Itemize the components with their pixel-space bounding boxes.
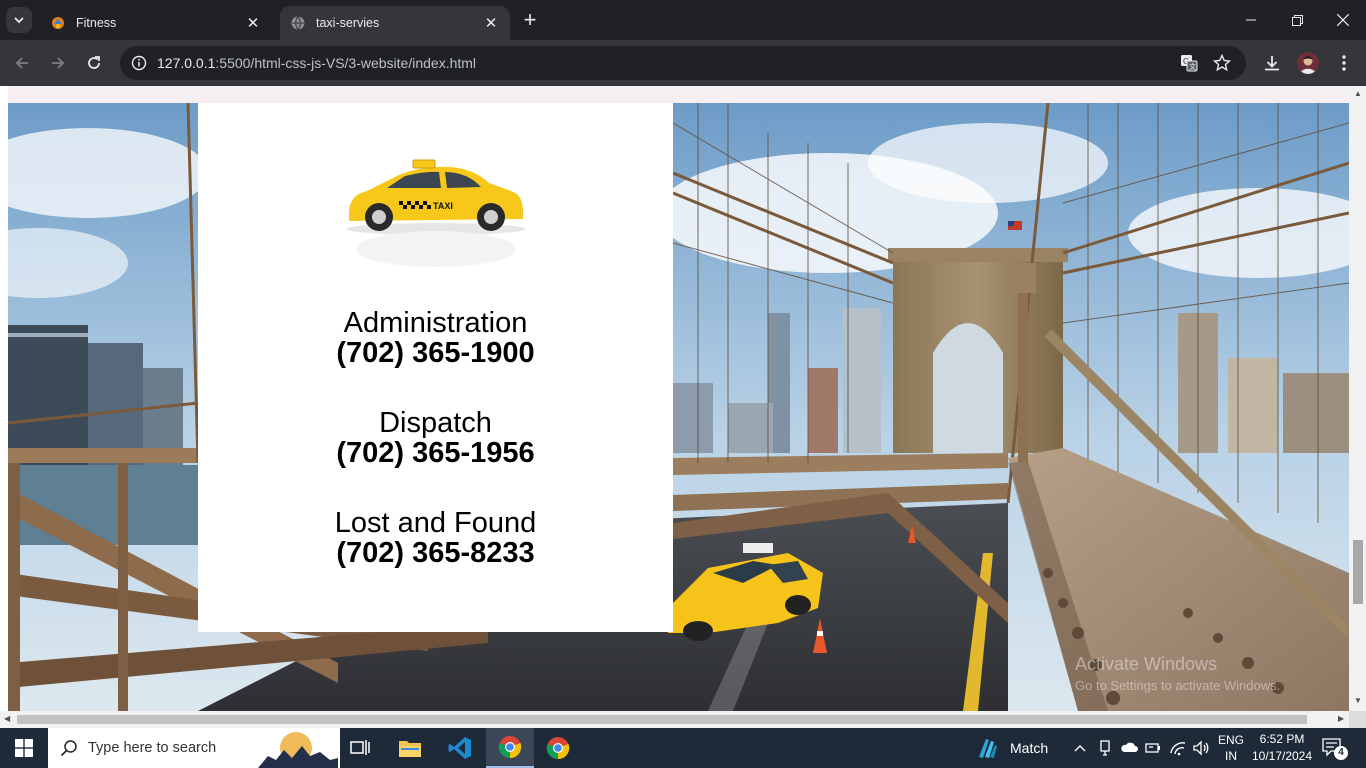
task-view-button[interactable] — [336, 728, 384, 768]
task-view-icon — [350, 740, 370, 755]
cricket-icon — [979, 739, 997, 758]
contact-lost-and-found: Lost and Found (702) 365-8233 — [198, 508, 673, 568]
info-icon — [131, 55, 147, 71]
chrome-button-active[interactable] — [486, 728, 534, 768]
contact-label: Administration — [343, 307, 528, 339]
profile-avatar[interactable] — [1297, 52, 1319, 74]
notification-count: 4 — [1334, 746, 1348, 760]
clock[interactable]: 6:52 PM 10/17/2024 — [1250, 732, 1314, 763]
usb-device-icon[interactable] — [1098, 740, 1112, 756]
windows-logo-icon — [15, 739, 33, 757]
url-text: 127.0.0.1:5500/html-css-js-VS/3-website/… — [157, 55, 477, 71]
page-top-strip — [8, 86, 1349, 103]
scroll-right-icon[interactable]: ▶ — [1338, 714, 1344, 723]
language-code: ENG — [1217, 733, 1244, 747]
close-window-button[interactable] — [1320, 0, 1366, 40]
contact-card: TAXI Administration (702) 365-1900 Dispa… — [198, 103, 673, 632]
arrow-right-icon — [52, 57, 65, 69]
taskbar-search-box[interactable]: Type here to search — [48, 728, 340, 768]
browser-toolbar: 127.0.0.1:5500/html-css-js-VS/3-website/… — [0, 40, 1366, 86]
tab-strip: Fitness ✕ taxi-servies ✕ + — [0, 0, 1366, 40]
chrome-icon — [546, 737, 570, 760]
new-tab-button[interactable]: + — [518, 9, 542, 33]
contact-label: Lost and Found — [334, 507, 537, 539]
activate-windows-watermark: Activate Windows Go to Settings to activ… — [1075, 654, 1280, 693]
taxi-car-image: TAXI — [333, 131, 538, 301]
watermark-title: Activate Windows — [1075, 654, 1218, 674]
fitness-favicon-icon — [52, 17, 64, 29]
address-bar[interactable]: 127.0.0.1:5500/html-css-js-VS/3-website/… — [120, 46, 1246, 80]
tab-close-icon[interactable]: ✕ — [482, 14, 500, 32]
folder-icon — [399, 741, 421, 757]
tab-close-icon[interactable]: ✕ — [244, 14, 262, 32]
minimize-button[interactable] — [1228, 0, 1274, 40]
contact-phone: (702) 365-1900 — [336, 337, 535, 369]
tab-search-button[interactable] — [6, 7, 32, 33]
windows-taskbar: Type here to search Match ENG IN 6:52 PM… — [0, 728, 1366, 768]
wifi-icon[interactable] — [1169, 740, 1187, 756]
watermark-subtitle: Go to Settings to activate Windows. — [1075, 678, 1281, 693]
widget-label: Match — [1010, 740, 1049, 756]
horizontal-scroll-thumb[interactable] — [17, 715, 1307, 724]
volume-icon[interactable] — [1192, 740, 1210, 756]
chrome-icon — [498, 736, 522, 759]
chevron-up-icon[interactable] — [1073, 741, 1087, 755]
back-button[interactable] — [8, 49, 36, 77]
search-placeholder: Type here to search — [88, 740, 217, 756]
input-language[interactable]: ENG IN — [1214, 733, 1248, 763]
contact-dispatch: Dispatch (702) 365-1956 — [198, 408, 673, 468]
bookmark-star-icon[interactable] — [1213, 54, 1231, 72]
scroll-down-icon[interactable]: ▼ — [1354, 696, 1362, 705]
tab-title: taxi-servies — [316, 16, 380, 30]
globe-icon — [291, 16, 305, 30]
arrow-left-icon — [15, 57, 28, 69]
chrome-button[interactable] — [534, 728, 582, 768]
search-highlight-icon — [258, 728, 338, 768]
scroll-up-icon[interactable]: ▲ — [1354, 89, 1362, 98]
translate-icon[interactable]: G 文 — [1180, 54, 1198, 72]
svg-text:文: 文 — [1189, 62, 1196, 71]
tab-taxi-servies[interactable]: taxi-servies ✕ — [280, 6, 510, 40]
restore-button[interactable] — [1274, 0, 1320, 40]
restore-icon — [1291, 14, 1303, 26]
vscode-button[interactable] — [436, 728, 484, 768]
onedrive-cloud-icon[interactable] — [1120, 741, 1138, 753]
scrollbar-corner — [1349, 711, 1366, 728]
notification-center-button[interactable]: 4 — [1322, 738, 1348, 763]
taxi-sign-text: TAXI — [433, 201, 453, 211]
reload-icon — [88, 56, 100, 69]
chevron-down-icon — [14, 17, 24, 24]
vscode-icon — [448, 737, 471, 759]
clock-date: 10/17/2024 — [1251, 749, 1313, 763]
search-icon — [60, 740, 77, 757]
horizontal-scrollbar[interactable]: ◀ ▶ — [0, 711, 1349, 728]
minimize-icon — [1246, 19, 1256, 21]
start-button[interactable] — [0, 728, 48, 768]
reload-button[interactable] — [80, 49, 108, 77]
tab-fitness[interactable]: Fitness ✕ — [40, 6, 272, 40]
vertical-scrollbar[interactable]: ▲ ▼ — [1349, 86, 1366, 711]
download-icon[interactable] — [1262, 53, 1282, 73]
contact-label: Dispatch — [379, 407, 492, 439]
close-icon — [1337, 14, 1349, 26]
language-region: IN — [1225, 749, 1237, 763]
contact-administration: Administration (702) 365-1900 — [198, 308, 673, 368]
forward-button[interactable] — [44, 49, 72, 77]
battery-icon[interactable] — [1145, 741, 1161, 755]
vertical-scroll-thumb[interactable] — [1353, 540, 1363, 604]
widgets-button[interactable]: Match — [976, 728, 1056, 768]
contact-phone: (702) 365-1956 — [336, 437, 535, 469]
tab-title: Fitness — [76, 16, 117, 30]
clock-time: 6:52 PM — [1259, 732, 1305, 746]
site-info-button[interactable] — [122, 55, 156, 71]
kebab-menu-icon[interactable] — [1334, 53, 1354, 73]
page-viewport: TAXI Administration (702) 365-1900 Dispa… — [0, 86, 1366, 728]
file-explorer-button[interactable] — [386, 728, 434, 768]
avatar-icon — [1297, 52, 1319, 74]
contact-phone: (702) 365-8233 — [336, 537, 535, 569]
scroll-left-icon[interactable]: ◀ — [4, 714, 10, 723]
